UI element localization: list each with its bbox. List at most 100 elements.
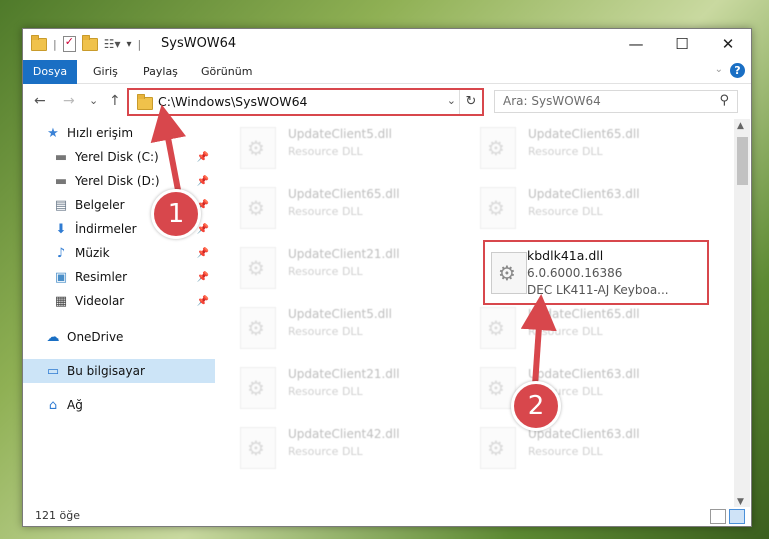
new-folder-icon[interactable] [81, 34, 98, 51]
dll-file-icon [240, 307, 276, 349]
refresh-button[interactable]: ↻ [459, 90, 482, 114]
file-description: Resource DLL [288, 445, 363, 458]
search-placeholder: Ara: SysWOW64 [503, 94, 601, 108]
file-version: 6.0.6000.16386 [527, 266, 623, 280]
sidebar-item-disk-c[interactable]: ▬ Yerel Disk (C:) 📌 [23, 145, 215, 169]
sidebar-item-music[interactable]: ♪ Müzik 📌 [23, 241, 215, 265]
properties-icon[interactable] [62, 35, 76, 52]
file-description: Resource DLL [288, 205, 363, 218]
file-description: Resource DLL [288, 385, 363, 398]
file-name: UpdateClient65.dll [528, 307, 640, 321]
sidebar-item-label: Bu bilgisayar [67, 364, 145, 378]
pin-icon[interactable]: 📌 [197, 152, 209, 163]
tab-view[interactable]: Görünüm [201, 60, 252, 83]
file-name: UpdateClient42.dll [288, 427, 400, 441]
tab-home[interactable]: Giriş [93, 60, 118, 83]
ribbon-expand-icon[interactable]: ⌄ [715, 64, 723, 75]
sidebar-item-quick-access[interactable]: ★ Hızlı erişim [23, 121, 215, 145]
address-path[interactable]: C:\Windows\SysWOW64 [158, 94, 307, 109]
videos-icon: ▦ [54, 293, 68, 309]
minimize-button[interactable]: — [613, 29, 659, 59]
pin-icon[interactable]: 📌 [197, 272, 209, 283]
details-view-icon[interactable] [710, 509, 726, 524]
navigation-bar: ← → ⌄ ↑ C:\Windows\SysWOW64 ⌄ ↻ Ara: Sys… [23, 84, 751, 118]
help-icon[interactable]: ? [730, 63, 745, 78]
file-description: Resource DLL [528, 145, 603, 158]
sidebar-item-label: OneDrive [67, 330, 124, 344]
pin-icon[interactable]: 📌 [197, 296, 209, 307]
sidebar-item-label: Yerel Disk (D:) [75, 174, 160, 188]
sidebar-item-label: Videolar [75, 294, 125, 308]
back-button[interactable]: ← [34, 93, 46, 109]
sidebar-item-network[interactable]: ⌂ Ağ [23, 393, 215, 417]
highlighted-file-item[interactable]: kbdlk41a.dll 6.0.6000.16386 DEC LK411-AJ… [483, 240, 709, 305]
tab-share[interactable]: Paylaş [143, 60, 178, 83]
list-item[interactable]: UpdateClient21.dll Resource DLL [220, 361, 440, 417]
list-item[interactable]: UpdateClient5.dll Resource DLL [220, 301, 440, 357]
download-icon: ⬇ [55, 221, 67, 237]
ribbon-tabs: Dosya Giriş Paylaş Görünüm ⌄ ? [23, 60, 751, 116]
star-icon: ★ [47, 125, 59, 141]
sidebar-item-disk-d[interactable]: ▬ Yerel Disk (D:) 📌 [23, 169, 215, 193]
sidebar-item-this-pc[interactable]: ▭ Bu bilgisayar [23, 359, 215, 383]
search-icon[interactable]: ⚲ [719, 93, 729, 108]
dll-file-icon [491, 252, 527, 294]
dll-file-icon [480, 307, 516, 349]
sidebar-item-onedrive[interactable]: ☁ OneDrive [23, 325, 215, 349]
dll-file-icon [240, 127, 276, 169]
sidebar-item-pictures[interactable]: ▣ Resimler 📌 [23, 265, 215, 289]
dll-file-icon [480, 127, 516, 169]
step-2-badge: 2 [511, 381, 561, 431]
file-description: Resource DLL [528, 325, 603, 338]
maximize-button[interactable]: ☐ [659, 29, 705, 59]
music-icon: ♪ [56, 245, 66, 261]
customize-qat-icon[interactable]: ▾ [127, 39, 132, 50]
chevron-down-icon[interactable]: ⌄ [447, 94, 456, 107]
vertical-scrollbar[interactable]: ▲ ▼ [734, 119, 750, 509]
up-button[interactable]: ↑ [109, 93, 121, 109]
file-name: UpdateClient21.dll [288, 367, 400, 381]
file-description: Resource DLL [288, 325, 363, 338]
forward-button[interactable]: → [63, 93, 75, 109]
file-name: UpdateClient63.dll [528, 187, 640, 201]
pin-icon[interactable]: 📌 [197, 176, 209, 187]
drive-icon: ▬ [54, 173, 68, 189]
sidebar-item-videos[interactable]: ▦ Videolar 📌 [23, 289, 215, 313]
scroll-down-icon[interactable]: ▼ [737, 497, 744, 507]
sidebar-item-label: Belgeler [75, 198, 125, 212]
folder-icon[interactable] [31, 34, 47, 51]
dll-file-icon [240, 247, 276, 289]
list-item[interactable]: UpdateClient42.dll Resource DLL [220, 421, 440, 477]
file-name: UpdateClient63.dll [528, 367, 640, 381]
file-description: Resource DLL [288, 145, 363, 158]
sidebar-item-label: Müzik [75, 246, 110, 260]
close-button[interactable]: ✕ [705, 29, 751, 59]
recent-locations-button[interactable]: ⌄ [89, 94, 98, 107]
pin-icon[interactable]: 📌 [197, 224, 209, 235]
file-name: kbdlk41a.dll [527, 248, 604, 263]
scrollbar-thumb[interactable] [737, 137, 748, 185]
list-item[interactable]: UpdateClient21.dll Resource DLL [220, 241, 440, 297]
file-name: UpdateClient5.dll [288, 307, 392, 321]
status-bar: 121 öğe [23, 507, 751, 526]
list-item[interactable]: UpdateClient65.dll Resource DLL [460, 301, 680, 357]
folder-icon [137, 94, 153, 110]
address-bar[interactable]: C:\Windows\SysWOW64 ⌄ ↻ [127, 88, 484, 116]
pin-icon[interactable]: 📌 [197, 248, 209, 259]
pictures-icon: ▣ [54, 269, 68, 285]
sidebar-item-label: Ağ [67, 398, 83, 412]
list-item[interactable]: UpdateClient63.dll Resource DLL [460, 421, 680, 477]
search-input[interactable]: Ara: SysWOW64 ⚲ [494, 90, 738, 113]
dll-file-icon [480, 427, 516, 469]
list-item[interactable]: UpdateClient65.dll Resource DLL [220, 181, 440, 237]
tiles-view-icon[interactable] [729, 509, 745, 524]
list-item[interactable]: UpdateClient5.dll Resource DLL [220, 121, 440, 177]
list-item[interactable]: UpdateClient65.dll Resource DLL [460, 121, 680, 177]
view-toggle-icon[interactable]: ☷▾ [104, 37, 121, 51]
list-item[interactable]: UpdateClient63.dll Resource DLL [460, 361, 680, 417]
toolbar-separator: | [53, 37, 57, 51]
scroll-up-icon[interactable]: ▲ [737, 121, 744, 131]
title-bar: | ☷▾ ▾ | SysWOW64 — ☐ ✕ [23, 29, 751, 60]
file-name: UpdateClient21.dll [288, 247, 400, 261]
list-item[interactable]: UpdateClient63.dll Resource DLL [460, 181, 680, 237]
